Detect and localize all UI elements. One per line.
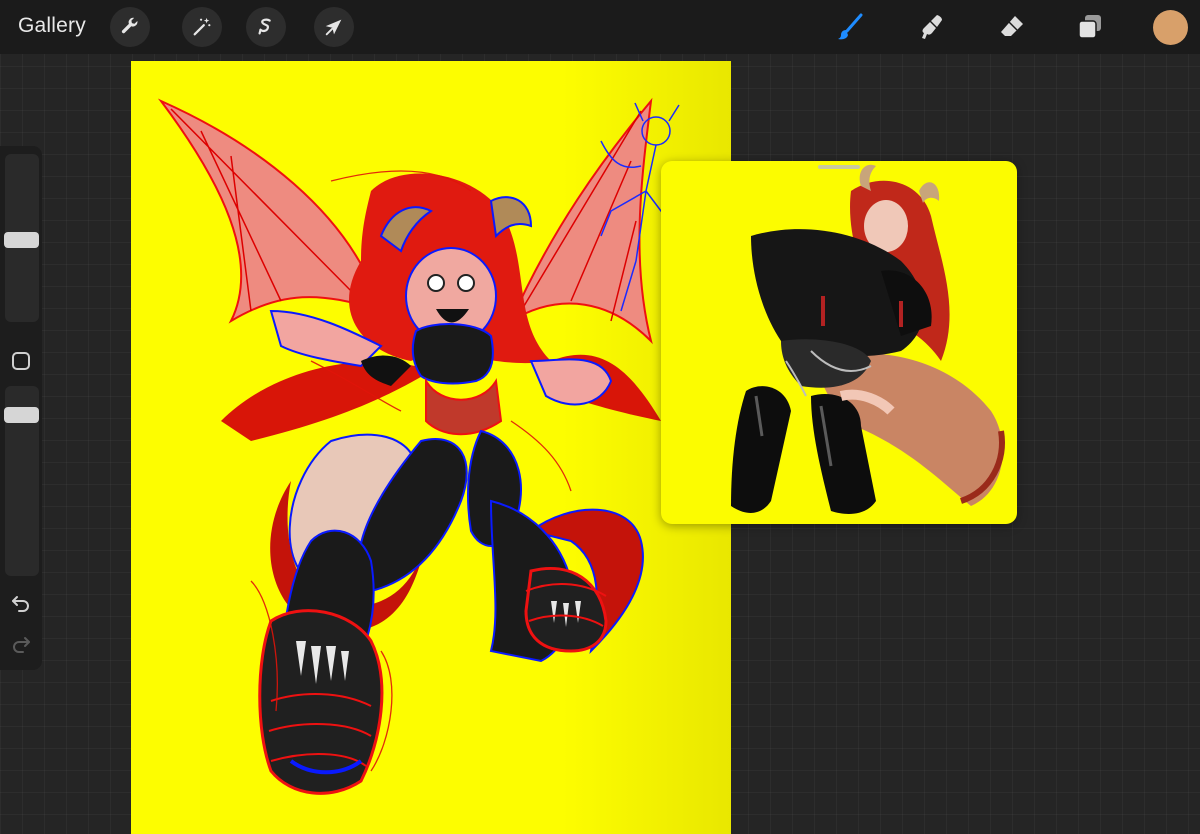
redo-icon[interactable]	[10, 633, 32, 655]
transform-arrow-icon[interactable]	[314, 7, 354, 47]
top-toolbar: Gallery	[0, 0, 1200, 54]
opacity-thumb[interactable]	[4, 407, 39, 423]
brush-size-thumb[interactable]	[4, 232, 39, 248]
gallery-button[interactable]: Gallery	[18, 14, 86, 38]
undo-icon[interactable]	[10, 592, 32, 614]
reference-drag-handle[interactable]	[818, 165, 860, 169]
drawing-canvas[interactable]	[131, 61, 731, 834]
reference-image-panel[interactable]	[661, 161, 1017, 524]
wrench-icon[interactable]	[110, 7, 150, 47]
brush-size-slider[interactable]	[4, 154, 39, 322]
selection-icon[interactable]	[246, 7, 286, 47]
magic-wand-icon[interactable]	[182, 7, 222, 47]
smudge-icon[interactable]	[914, 9, 950, 45]
modify-button-icon[interactable]	[12, 352, 30, 370]
eraser-icon[interactable]	[994, 9, 1030, 45]
reference-photo	[731, 164, 1005, 514]
left-sidebar	[0, 146, 42, 670]
opacity-slider[interactable]	[4, 386, 39, 576]
artwork-sketch	[157, 97, 692, 795]
layers-icon[interactable]	[1072, 9, 1108, 45]
color-swatch[interactable]	[1153, 10, 1188, 45]
brush-icon[interactable]	[832, 9, 868, 45]
